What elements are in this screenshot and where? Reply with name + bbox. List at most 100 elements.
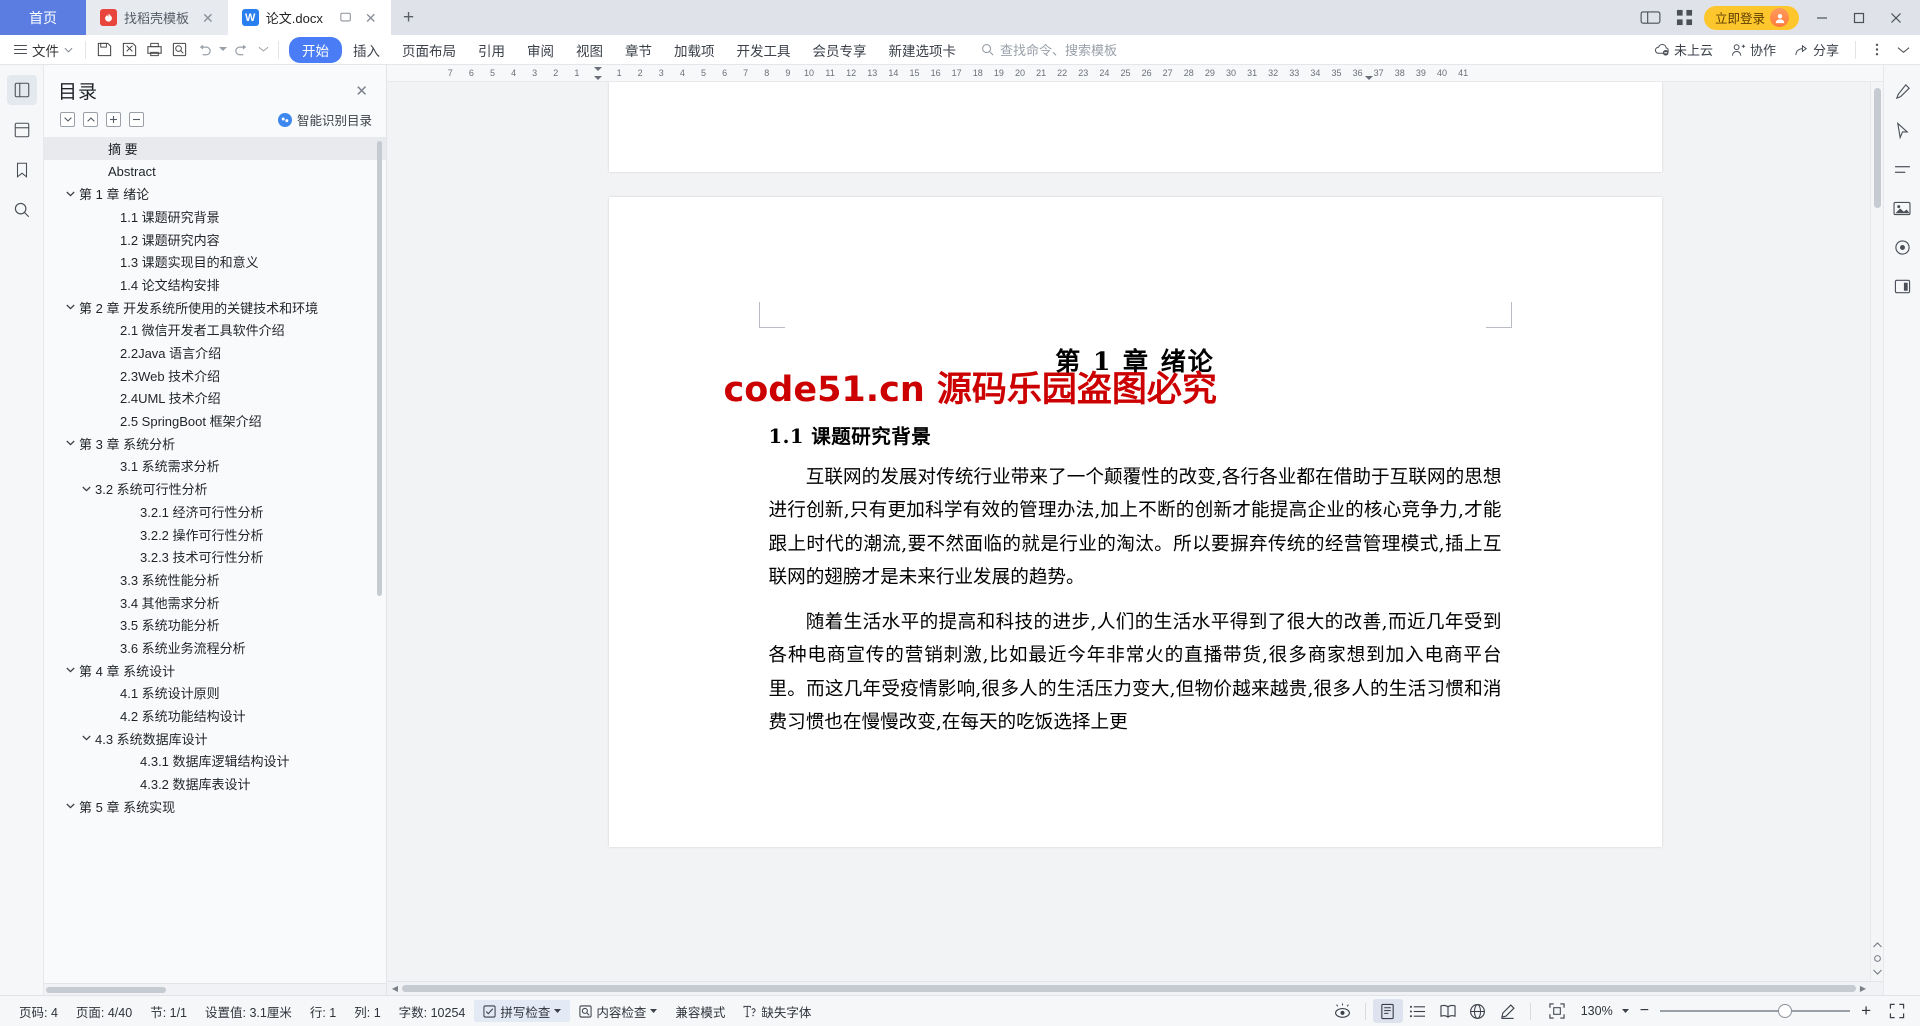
zoom-slider[interactable] bbox=[1660, 1004, 1851, 1018]
document-page-current[interactable]: 第 1 章 绪论 1.1 课题研究背景 code51.cn 源码乐园盗图必究 互… bbox=[608, 197, 1662, 847]
quick-access-more-icon[interactable] bbox=[254, 38, 272, 62]
undo-dropdown-icon[interactable] bbox=[217, 38, 229, 62]
tab-document[interactable]: W 论文.docx ✕ bbox=[227, 0, 391, 35]
ribbon-tab-start[interactable]: 开始 bbox=[289, 36, 342, 63]
toc-item[interactable]: 3.6 系统业务流程分析 bbox=[44, 636, 386, 659]
tab-document-restore-icon[interactable] bbox=[340, 12, 352, 23]
tab-docer-close-icon[interactable]: ✕ bbox=[202, 11, 214, 25]
toc-item[interactable]: 1.2 课题研究内容 bbox=[44, 228, 386, 251]
save-icon[interactable] bbox=[92, 38, 117, 62]
chevron-down-icon[interactable] bbox=[80, 735, 93, 741]
toc-item[interactable]: 1.1 课题研究背景 bbox=[44, 205, 386, 228]
toc-collapse-up-icon[interactable] bbox=[83, 112, 98, 127]
toc-collapse-all-icon[interactable] bbox=[129, 112, 144, 127]
hscrollbar-thumb[interactable] bbox=[402, 985, 1856, 992]
grid-view-icon[interactable] bbox=[1670, 5, 1700, 31]
toc-item[interactable]: 3.1 系统需求分析 bbox=[44, 455, 386, 478]
fit-page-icon[interactable] bbox=[1542, 999, 1572, 1023]
toc-item[interactable]: 第 3 章 系统分析 bbox=[44, 432, 386, 455]
toc-scrollbar[interactable] bbox=[377, 141, 382, 596]
toc-expand-all-icon[interactable] bbox=[106, 112, 121, 127]
toc-item[interactable]: 2.4UML 技术介绍 bbox=[44, 387, 386, 410]
split-view-icon[interactable] bbox=[1636, 5, 1666, 31]
ribbon-tab-view[interactable]: 视图 bbox=[565, 38, 614, 62]
ribbon-tab-addins[interactable]: 加载项 bbox=[663, 38, 726, 62]
chevron-down-icon[interactable] bbox=[80, 486, 93, 492]
file-menu-button[interactable]: 文件 bbox=[8, 40, 79, 60]
thumbnail-panel-icon[interactable] bbox=[7, 115, 37, 145]
redo-icon[interactable] bbox=[229, 38, 254, 62]
ribbon-tab-review[interactable]: 审阅 bbox=[516, 38, 565, 62]
toc-item[interactable]: 4.3.2 数据库表设计 bbox=[44, 772, 386, 795]
share-button[interactable]: 分享 bbox=[1786, 38, 1847, 61]
zoom-level-label[interactable]: 130% bbox=[1581, 1004, 1613, 1018]
tab-document-close-icon[interactable]: ✕ bbox=[365, 11, 377, 25]
more-options-icon[interactable] bbox=[1864, 38, 1889, 62]
reading-view-icon[interactable] bbox=[1433, 999, 1463, 1023]
toc-close-icon[interactable]: ✕ bbox=[351, 80, 372, 102]
ribbon-tab-insert[interactable]: 插入 bbox=[342, 38, 391, 62]
toc-item[interactable]: 3.2 系统可行性分析 bbox=[44, 477, 386, 500]
scroll-right-icon[interactable]: ▶ bbox=[1857, 984, 1869, 993]
toc-item[interactable]: 3.2.1 经济可行性分析 bbox=[44, 500, 386, 523]
print-preview-icon[interactable] bbox=[167, 38, 192, 62]
cursor-select-icon[interactable] bbox=[1889, 118, 1915, 142]
toc-item[interactable]: 4.2 系统功能结构设计 bbox=[44, 704, 386, 727]
ribbon-tab-page-layout[interactable]: 页面布局 bbox=[391, 38, 467, 62]
content-check-button[interactable]: 内容检查 bbox=[570, 1002, 666, 1021]
toc-item[interactable]: 2.1 微信开发者工具软件介绍 bbox=[44, 319, 386, 342]
search-panel-icon[interactable] bbox=[7, 195, 37, 225]
save-as-icon[interactable] bbox=[117, 38, 142, 62]
missing-font-button[interactable]: 缺失字体 bbox=[734, 1002, 820, 1021]
new-tab-button[interactable]: + bbox=[390, 0, 427, 35]
shape-lines-icon[interactable] bbox=[1889, 157, 1915, 181]
toc-item[interactable]: 3.2.2 操作可行性分析 bbox=[44, 523, 386, 546]
toc-item[interactable]: 4.3 系统数据库设计 bbox=[44, 727, 386, 750]
zoom-in-button[interactable]: + bbox=[1859, 1001, 1873, 1021]
prev-page-icon[interactable] bbox=[1872, 942, 1882, 948]
print-layout-view-icon[interactable] bbox=[1372, 999, 1403, 1023]
toc-item[interactable]: 3.3 系统性能分析 bbox=[44, 568, 386, 591]
zoom-dropdown-icon[interactable] bbox=[1621, 1008, 1629, 1014]
zoom-slider-knob[interactable] bbox=[1778, 1004, 1793, 1018]
document-canvas[interactable]: 第 1 章 绪论 1.1 课题研究背景 code51.cn 源码乐园盗图必究 互… bbox=[387, 82, 1883, 981]
tab-home[interactable]: 首页 bbox=[0, 0, 86, 35]
toc-item[interactable]: 1.4 论文结构安排 bbox=[44, 273, 386, 296]
toc-item[interactable]: 第 5 章 系统实现 bbox=[44, 795, 386, 818]
undo-icon[interactable] bbox=[192, 38, 217, 62]
ribbon-tab-dev-tools[interactable]: 开发工具 bbox=[726, 38, 802, 62]
panel-layout-icon[interactable] bbox=[1889, 274, 1915, 298]
toc-item[interactable]: 摘 要 bbox=[44, 137, 386, 160]
toc-item[interactable]: 2.2Java 语言介绍 bbox=[44, 341, 386, 364]
ribbon-tab-member[interactable]: 会员专享 bbox=[802, 38, 878, 62]
toc-item[interactable]: 第 4 章 系统设计 bbox=[44, 659, 386, 682]
indent-marker[interactable] bbox=[593, 66, 602, 80]
login-button[interactable]: 立即登录 bbox=[1703, 5, 1799, 30]
outline-view-icon[interactable] bbox=[1403, 999, 1433, 1023]
toc-item[interactable]: 第 1 章 绪论 bbox=[44, 182, 386, 205]
select-browse-object-icon[interactable] bbox=[1873, 954, 1882, 963]
toc-item[interactable]: 第 2 章 开发系统所使用的关键技术和环境 bbox=[44, 296, 386, 319]
target-locate-icon[interactable] bbox=[1889, 235, 1915, 259]
document-horizontal-scrollbar[interactable]: ◀ ▶ bbox=[387, 981, 1883, 995]
toc-item[interactable]: 2.5 SpringBoot 框架介绍 bbox=[44, 409, 386, 432]
toc-item[interactable]: 4.1 系统设计原则 bbox=[44, 682, 386, 705]
toc-expand-down-icon[interactable] bbox=[60, 112, 75, 127]
web-layout-view-icon[interactable] bbox=[1463, 999, 1493, 1023]
horizontal-ruler[interactable]: 7 6 5 4 3 2 1 1 2 3 4 5 6 7 8 9 10 11 12 13 14 15 16 17 18 19 20 21… bbox=[387, 65, 1883, 82]
tab-docer-template[interactable]: 找稻壳模板 ✕ bbox=[86, 0, 228, 35]
smart-toc-button[interactable]: 智能识别目录 bbox=[277, 110, 372, 129]
toc-horizontal-scrollbar[interactable] bbox=[44, 983, 386, 995]
toc-item[interactable]: 1.3 课题实现目的和意义 bbox=[44, 250, 386, 273]
minimize-button[interactable] bbox=[1803, 0, 1840, 35]
scrollbar-thumb[interactable] bbox=[1873, 88, 1881, 208]
command-search[interactable]: 查找命令、搜索模板 bbox=[981, 40, 1117, 59]
maximize-button[interactable] bbox=[1840, 0, 1877, 35]
close-button[interactable] bbox=[1877, 0, 1914, 35]
right-indent-marker[interactable] bbox=[1364, 66, 1373, 80]
pen-tool-icon[interactable] bbox=[1889, 79, 1915, 103]
chevron-down-icon[interactable] bbox=[64, 803, 77, 809]
cloud-status-button[interactable]: 未上云 bbox=[1646, 38, 1721, 61]
chevron-down-icon[interactable] bbox=[64, 667, 77, 673]
ribbon-tab-reference[interactable]: 引用 bbox=[467, 38, 516, 62]
